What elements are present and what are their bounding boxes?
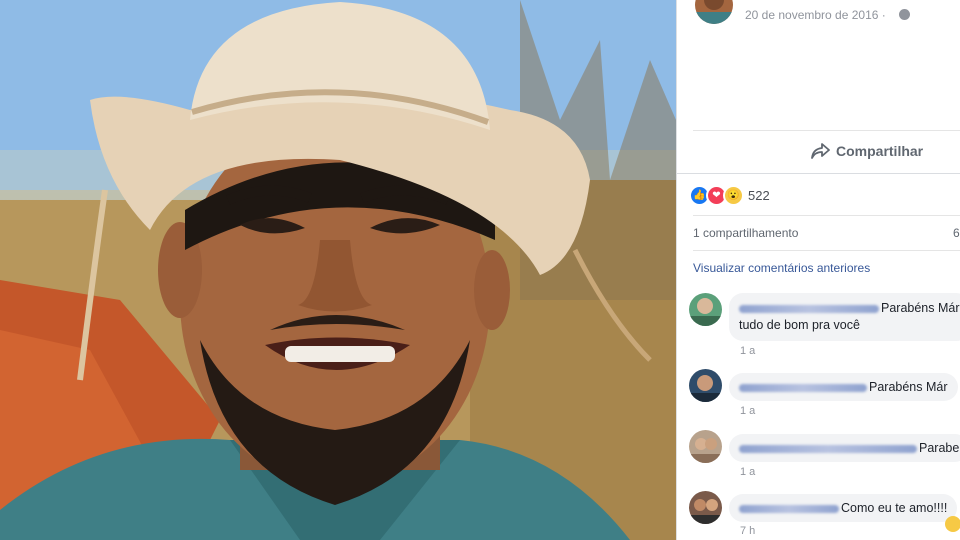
author-avatar[interactable] <box>695 0 733 24</box>
photo-illustration <box>0 0 676 540</box>
commenter-avatar-image <box>689 375 722 402</box>
post-sidebar: 20 de novembro de 2016 · Compartilhar 👍 … <box>676 0 960 540</box>
commenter-avatar-image <box>689 499 722 524</box>
commenter-name[interactable] <box>739 444 917 453</box>
commenter-avatar[interactable] <box>689 293 722 326</box>
commenter-name[interactable] <box>739 504 839 513</box>
divider <box>693 215 960 216</box>
shares-count-link[interactable]: 1 compartilhamento <box>693 226 798 240</box>
share-button-label: Compartilhar <box>836 143 924 159</box>
comment-bubble: Parabe <box>729 434 960 462</box>
commenter-name[interactable] <box>739 383 867 392</box>
share-arrow-icon <box>811 143 830 159</box>
comment-bubble: Parabéns Már tudo de bom pra você <box>729 293 960 341</box>
comment-timestamp[interactable]: 1 a <box>740 405 755 417</box>
comment-text: Parabe <box>919 441 960 455</box>
comment-text: Como eu te amo!!!! <box>841 501 948 515</box>
view-previous-comments-link[interactable]: Visualizar comentários anteriores <box>693 261 870 275</box>
commenter-avatar-image <box>689 438 722 463</box>
views-count: 6 <box>953 226 960 240</box>
comment-timestamp[interactable]: 7 h <box>740 525 755 537</box>
sad-reaction-icon[interactable] <box>945 516 960 532</box>
commenter-avatar[interactable] <box>689 369 722 402</box>
divider <box>693 250 960 251</box>
comment-bubble: Parabéns Már <box>729 373 958 401</box>
commenter-avatar-image <box>689 298 722 326</box>
reaction-count: 522 <box>748 188 770 203</box>
comment-timestamp[interactable]: 1 a <box>740 345 755 357</box>
commenter-avatar[interactable] <box>689 430 722 463</box>
comment-text: Parabéns Már <box>881 301 960 315</box>
share-button[interactable]: Compartilhar <box>810 142 923 160</box>
comment-text: Parabéns Már <box>869 380 948 394</box>
divider <box>677 173 960 174</box>
reactions-summary[interactable]: 👍 ❤ 😮 522 <box>689 185 770 206</box>
post-timestamp[interactable]: 20 de novembro de 2016 · <box>745 8 886 22</box>
comment-text: tudo de bom pra você <box>739 318 860 332</box>
post-photo[interactable] <box>0 0 676 540</box>
commenter-avatar[interactable] <box>689 491 722 524</box>
comment-bubble: Como eu te amo!!!! <box>729 494 958 522</box>
wow-reaction-icon: 😮 <box>723 185 744 206</box>
author-avatar-image <box>695 0 733 24</box>
divider <box>693 130 960 131</box>
commenter-name[interactable] <box>739 304 879 313</box>
comment-timestamp[interactable]: 1 a <box>740 466 755 478</box>
globe-icon <box>899 9 910 20</box>
